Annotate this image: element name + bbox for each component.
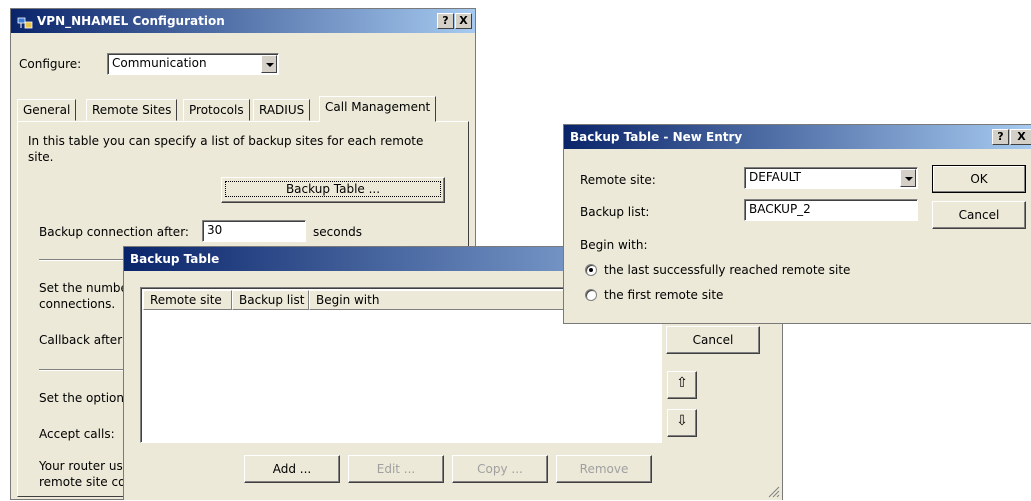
tab-radius-label: RADIUS <box>259 103 305 117</box>
begin-with-label: Begin with: <box>580 238 648 252</box>
new-entry-title: Backup Table - New Entry <box>570 130 743 144</box>
tab-general-label: General <box>23 103 71 117</box>
radio-first-site[interactable] <box>585 289 597 301</box>
tab-call-management[interactable]: Call Management <box>319 96 437 122</box>
arrow-down-icon[interactable]: ⇩ <box>667 409 697 437</box>
tab-radius[interactable]: RADIUS <box>253 99 311 121</box>
callback-after-label: Callback after <box>39 333 123 347</box>
backup-list-label: Backup list: <box>580 205 650 219</box>
network-config-icon <box>17 14 33 28</box>
configure-label: Configure: <box>19 57 82 71</box>
close-icon[interactable]: X <box>455 13 472 29</box>
remote-site-label: Remote site: <box>580 173 656 187</box>
remote-site-value: DEFAULT <box>749 170 801 184</box>
backup-connection-unit: seconds <box>313 225 363 239</box>
help-icon[interactable]: ? <box>437 13 454 29</box>
separator-1 <box>39 259 129 261</box>
backup-table-cancel-button[interactable]: Cancel <box>666 326 760 354</box>
backup-connection-label: Backup connection after: <box>39 225 189 239</box>
new-entry-titlebar[interactable]: Backup Table - New Entry <box>564 125 1031 149</box>
router-text-2: remote site co <box>39 475 126 489</box>
chevron-down-icon[interactable] <box>261 55 277 73</box>
column-header-backup-list[interactable]: Backup list <box>232 290 309 310</box>
router-text-1: Your router us <box>39 459 123 473</box>
configuration-window-title: VPN_NHAMEL Configuration <box>37 14 225 28</box>
backup-connection-input[interactable]: 30 <box>202 220 306 242</box>
copy-button[interactable]: Copy ... <box>452 455 548 483</box>
arrow-up-icon[interactable]: ⇧ <box>667 371 697 399</box>
accept-calls-label: Accept calls: <box>39 427 115 441</box>
radio-last-reached-label[interactable]: the last successfully reached remote sit… <box>604 263 850 277</box>
add-button[interactable]: Add ... <box>244 455 340 483</box>
chevron-down-icon[interactable] <box>900 169 916 187</box>
tab-remote-sites-label: Remote Sites <box>92 103 172 117</box>
set-option-text: Set the option <box>39 391 124 405</box>
tab-protocols[interactable]: Protocols <box>183 99 250 121</box>
tab-call-management-label: Call Management <box>325 100 431 114</box>
new-entry-cancel-button[interactable]: Cancel <box>932 201 1026 229</box>
tab-protocols-label: Protocols <box>189 103 244 117</box>
configuration-window-titlebar[interactable]: VPN_NHAMEL Configuration <box>11 9 475 33</box>
radio-last-reached[interactable] <box>585 264 597 276</box>
remote-site-select[interactable]: DEFAULT <box>744 167 918 189</box>
backup-table-button-label: Backup Table ... <box>225 181 441 197</box>
set-number-text-2: connections. <box>39 297 116 311</box>
backup-table-title: Backup Table <box>130 252 220 266</box>
separator-2 <box>39 369 129 371</box>
close-icon[interactable]: X <box>1010 129 1031 145</box>
new-entry-dialog: Backup Table - New Entry ? X Remote site… <box>563 124 1031 324</box>
ok-button[interactable]: OK <box>932 165 1026 193</box>
backup-table-button[interactable]: Backup Table ... <box>221 177 445 203</box>
resize-grip-icon[interactable] <box>768 486 780 498</box>
help-icon[interactable]: ? <box>992 129 1009 145</box>
edit-button[interactable]: Edit ... <box>348 455 444 483</box>
backup-list-input[interactable]: BACKUP_2 <box>744 199 918 221</box>
radio-first-site-label[interactable]: the first remote site <box>604 288 723 302</box>
tab-general[interactable]: General <box>17 99 77 121</box>
configure-select-value: Communication <box>112 56 207 70</box>
tab-remote-sites[interactable]: Remote Sites <box>86 99 178 121</box>
remove-button[interactable]: Remove <box>556 455 652 483</box>
column-header-remote-site[interactable]: Remote site <box>143 290 232 310</box>
configure-select[interactable]: Communication <box>107 53 279 75</box>
backup-sites-description: In this table you can specify a list of … <box>28 134 424 164</box>
set-number-text-1: Set the numbe <box>39 281 128 295</box>
